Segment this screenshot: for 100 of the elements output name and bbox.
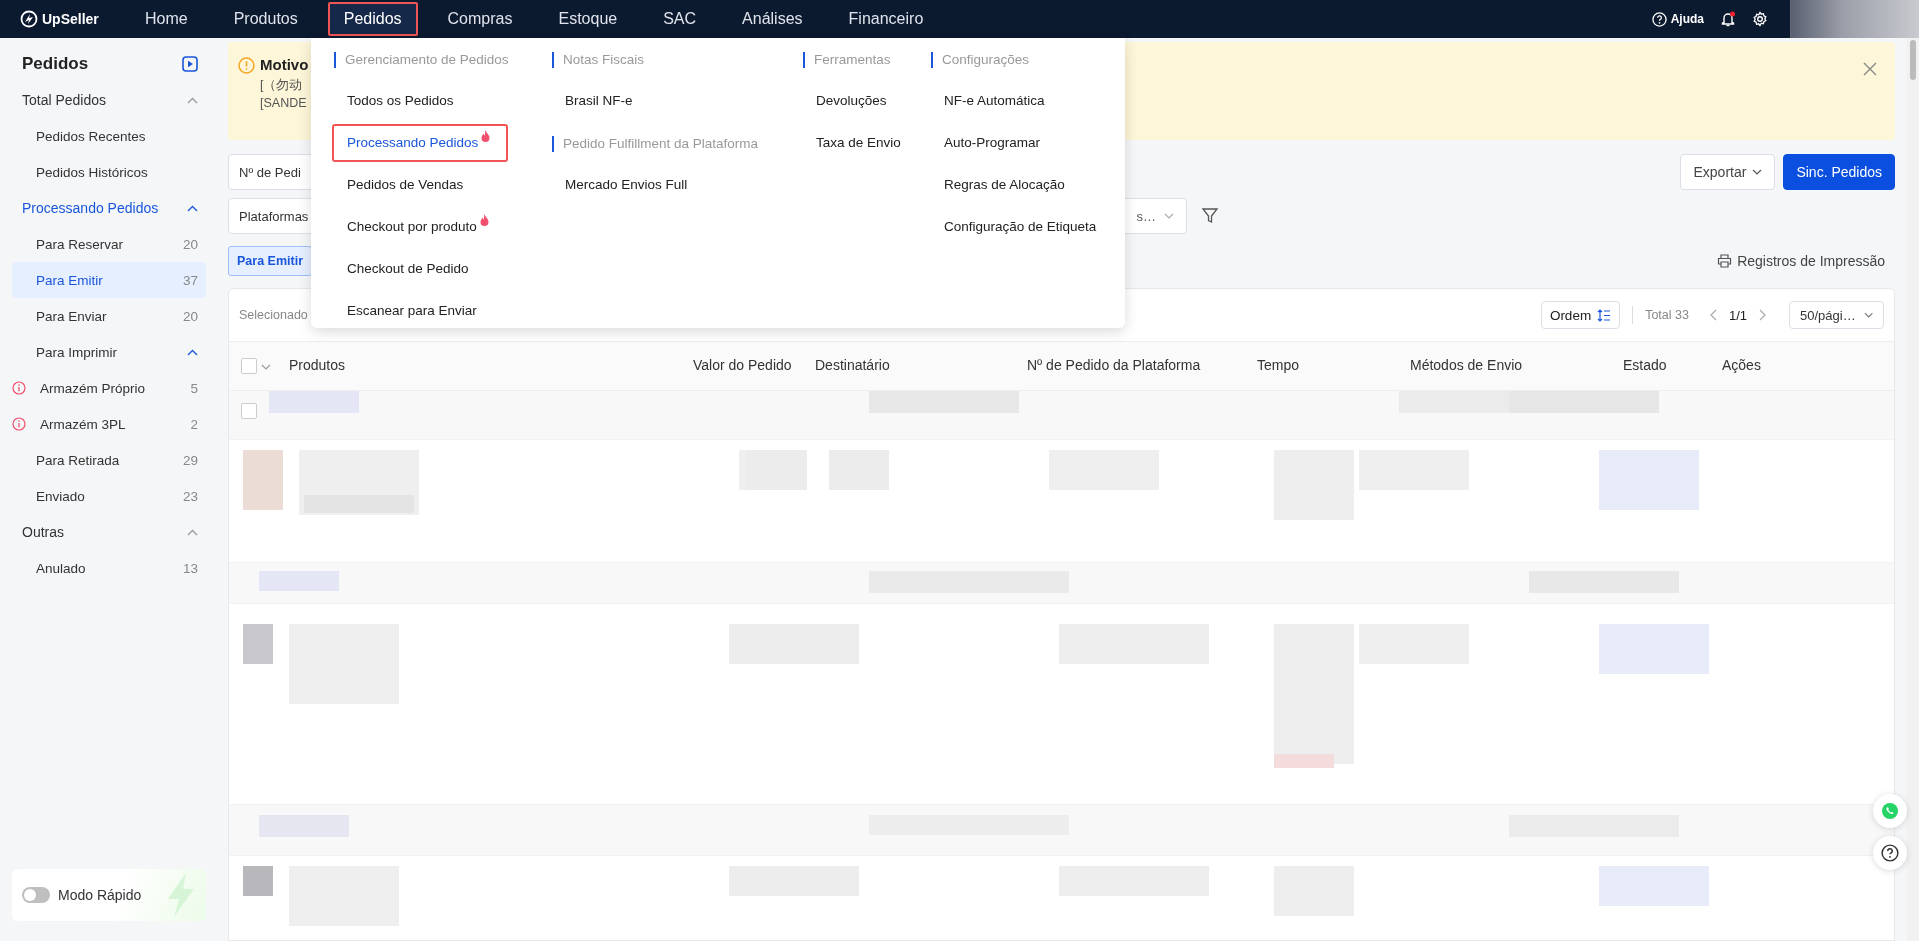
previous-page-icon[interactable] [1708, 309, 1717, 321]
item-count: 5 [190, 380, 198, 396]
column-header: Destinatário [815, 357, 890, 373]
menu-item[interactable]: Processando Pedidos [332, 124, 509, 162]
nav-tab[interactable]: Financeiro [832, 2, 940, 36]
nav-tab[interactable]: Compras [431, 2, 529, 36]
selection-text: Selecionado [239, 308, 308, 322]
notification-icon[interactable] [1720, 11, 1736, 27]
checkbox[interactable] [241, 403, 257, 419]
print-records-link[interactable]: Registros de Impressão [1717, 253, 1885, 269]
blurred-block [243, 866, 273, 896]
flame-icon [479, 214, 489, 226]
menu-item[interactable]: Auto-Programar [929, 124, 1056, 162]
chevron-icon [187, 528, 198, 536]
column-header: Nº de Pedido da Plataforma [1027, 357, 1201, 373]
nav-tab[interactable]: Home [129, 2, 204, 36]
blurred-block [243, 624, 273, 664]
account-avatar[interactable] [1790, 0, 1919, 38]
flame-icon [481, 130, 491, 142]
help-icon [1881, 844, 1899, 862]
sidebar-item[interactable]: Para Reservar 20 [12, 226, 206, 262]
menu-item[interactable]: Checkout por produto [332, 208, 504, 246]
page-indicator: 1/1 [1728, 307, 1747, 323]
nav-tab[interactable]: SAC [647, 2, 713, 36]
sidebar-item[interactable]: Armazém Próprio [40, 380, 191, 396]
menu-item[interactable]: NF-e Automática [929, 82, 1060, 120]
sidebar-item[interactable]: Anulado 13 [12, 550, 206, 586]
banner-text: [（勿动 [260, 77, 304, 94]
menu-section-heading: Ferramentas [803, 52, 891, 68]
help-icon [1651, 11, 1667, 27]
sync-button[interactable]: Sinc. Pedidos [1783, 154, 1895, 190]
sidebar-item[interactable]: Armazém 3PL [40, 416, 191, 432]
menu-item[interactable]: Devoluções [801, 82, 902, 120]
column-header: Valor do Pedido [693, 357, 792, 373]
export-button[interactable]: Exportar [1680, 154, 1776, 190]
chevron-icon [187, 96, 198, 104]
menu-item[interactable]: Pedidos de Vendas [332, 166, 479, 204]
menu-item[interactable]: Configuração de Etiqueta [929, 208, 1112, 246]
menu-item[interactable]: Escanear para Enviar [332, 292, 492, 330]
sidebar-group[interactable]: Processando Pedidos [0, 190, 218, 226]
logo-text[interactable]: UpSeller [42, 11, 99, 27]
total-count: Total 33 [1645, 308, 1689, 322]
item-count: 2 [190, 416, 198, 432]
column-header: Ações [1722, 357, 1761, 373]
chat-icon [1881, 802, 1899, 820]
menu-item[interactable]: Mercado Envios Full [550, 166, 703, 204]
sidebar-item[interactable]: Pedidos Históricos [12, 154, 206, 190]
column-header: Métodos de Envio [1410, 357, 1523, 373]
caret-icon [1752, 169, 1763, 175]
sidebar-title: Pedidos [22, 54, 89, 74]
page-size-select[interactable]: 50/pági… [1789, 301, 1884, 329]
menu-section-heading: Gerenciamento de Pedidos [334, 52, 509, 68]
blurred-block [243, 450, 283, 510]
sidebar-item[interactable]: Enviado 23 [12, 478, 206, 514]
menu-item[interactable]: Regras de Alocação [929, 166, 1080, 204]
chevron-down-icon[interactable] [261, 364, 271, 370]
whatsapp-button[interactable] [1873, 794, 1907, 828]
column-header: Estado [1623, 357, 1667, 373]
toggle-switch[interactable] [22, 887, 50, 903]
help-link[interactable]: Ajuda [1651, 11, 1704, 27]
menu-section-heading: Configurações [931, 52, 1030, 68]
nav-tab[interactable]: Estoque [542, 2, 634, 36]
close-icon[interactable] [1863, 62, 1877, 76]
next-page-icon[interactable] [1759, 309, 1767, 321]
video-play-icon[interactable] [182, 56, 198, 72]
nav-tab[interactable]: Análises [726, 2, 819, 36]
sidebar-group[interactable]: Outras [0, 514, 218, 550]
sidebar-item[interactable]: Para Emitir 37 [12, 262, 206, 298]
column-header: Produtos [289, 357, 346, 373]
settings-icon[interactable] [1752, 11, 1768, 27]
printer-icon [1717, 254, 1733, 268]
banner-text: [SANDE [260, 96, 308, 110]
menu-item[interactable]: Checkout de Pedido [332, 250, 484, 288]
help-button[interactable] [1873, 836, 1907, 870]
sort-icon [1597, 308, 1612, 322]
sidebar-item[interactable]: Para Retirada 29 [12, 442, 206, 478]
sidebar-item[interactable]: Para Imprimir [12, 334, 206, 370]
menu-item[interactable]: Todos os Pedidos [332, 82, 469, 120]
filter-icon[interactable] [1201, 207, 1219, 225]
nav-tab[interactable]: Produtos [217, 2, 314, 36]
quick-mode-label: Modo Rápido [58, 887, 142, 903]
menu-item[interactable]: Taxa de Envio [801, 124, 916, 162]
column-header: Tempo [1257, 357, 1300, 373]
lightning-icon [166, 873, 196, 917]
logo-icon [20, 10, 38, 28]
caret-icon [1164, 213, 1174, 219]
nav-tab[interactable]: Pedidos [327, 2, 418, 36]
checkbox[interactable] [241, 358, 257, 374]
menu-section-heading: Notas Fiscais [552, 52, 645, 68]
menu-section-heading: Pedido Fulfillment da Plataforma [552, 136, 759, 152]
sidebar-group[interactable]: Total Pedidos [0, 82, 218, 118]
sidebar-item[interactable]: Pedidos Recentes [12, 118, 206, 154]
menu-item[interactable]: Brasil NF-e [550, 82, 648, 120]
warning-icon [238, 57, 255, 74]
banner-title: Motivo [260, 56, 309, 73]
sort-button[interactable]: Ordem [1540, 301, 1621, 329]
sidebar-item[interactable]: Para Enviar 20 [12, 298, 206, 334]
caret-icon [1863, 312, 1873, 318]
status-tab[interactable]: Para Emitir [228, 246, 312, 276]
chevron-icon [187, 204, 198, 212]
